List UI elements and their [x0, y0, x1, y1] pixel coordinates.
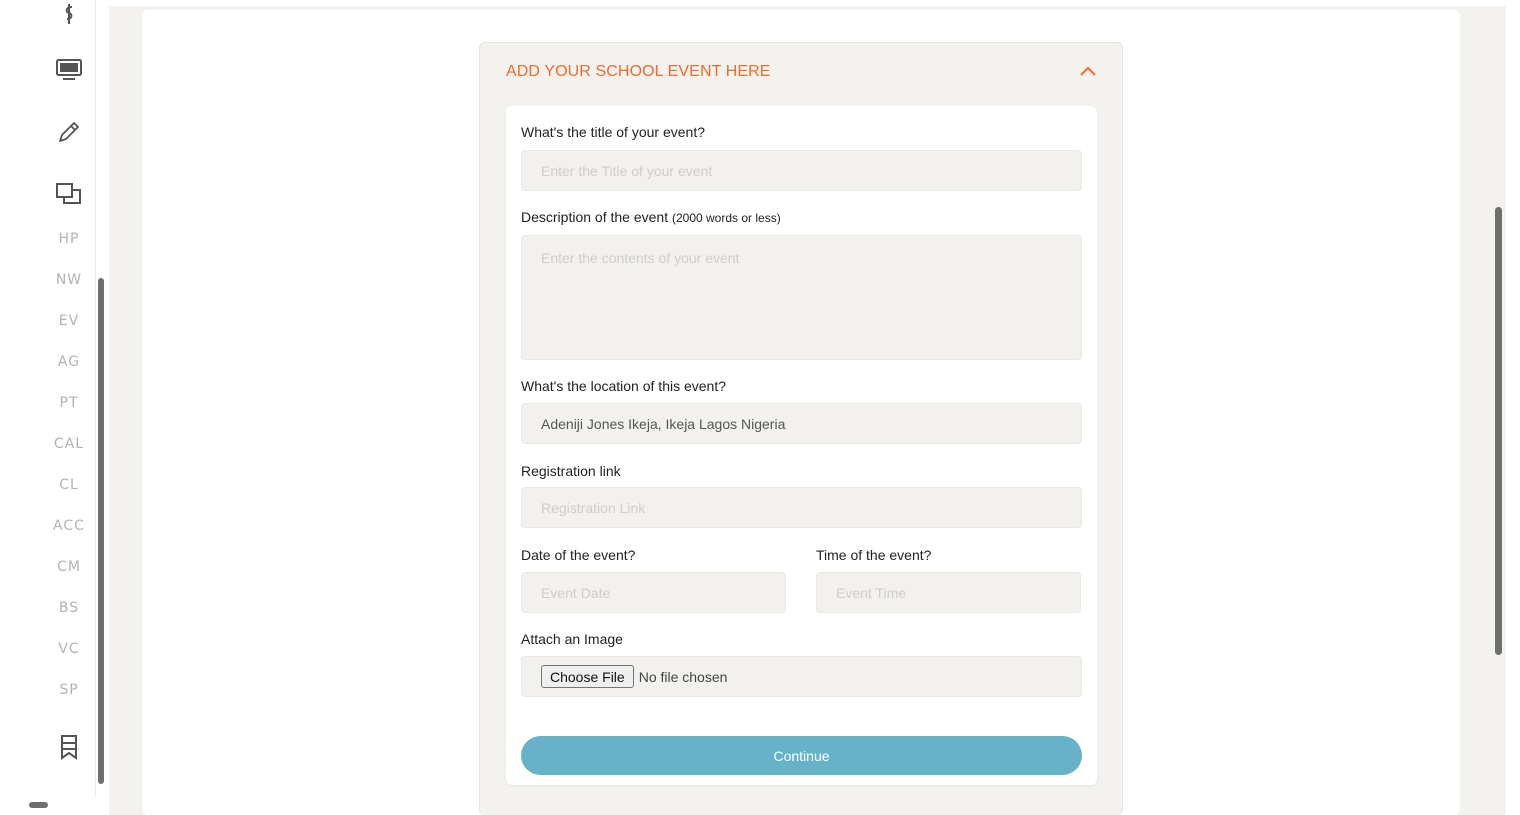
sidebar-item-cm[interactable]: CM — [40, 559, 98, 575]
sidebar-item-ag[interactable]: AG — [40, 354, 98, 370]
location-label: What's the location of this event? — [521, 378, 727, 394]
sidebar-item-nw[interactable]: NW — [40, 272, 98, 288]
date-label: Date of the event? — [521, 547, 636, 563]
sidebar-horizontal-scrollbar[interactable] — [29, 802, 48, 808]
chevron-up-icon[interactable] — [1078, 63, 1098, 79]
continue-button[interactable]: Continue — [521, 736, 1082, 775]
event-form: What's the title of your event? Descript… — [506, 106, 1097, 785]
description-label-text: Description of the event — [521, 209, 669, 225]
description-hint: (2000 words or less) — [671, 211, 781, 225]
choose-file-button[interactable]: Choose File — [541, 665, 634, 688]
image-file-input: Choose File No file chosen — [521, 656, 1082, 697]
location-input[interactable] — [521, 403, 1082, 444]
pencil-icon[interactable] — [54, 117, 84, 147]
sidebar-item-pt[interactable]: PT — [40, 395, 98, 411]
title-label: What's the title of your event? — [521, 124, 705, 140]
registration-link-input[interactable] — [521, 487, 1082, 528]
sidebar-item-cl[interactable]: CL — [40, 477, 98, 493]
event-date-input[interactable] — [521, 572, 786, 613]
description-textarea[interactable] — [521, 235, 1082, 360]
event-accordion-panel: ADD YOUR SCHOOL EVENT HERE What's the ti… — [479, 42, 1123, 815]
copy-icon[interactable] — [54, 179, 84, 209]
title-input[interactable] — [521, 150, 1082, 191]
sidebar: HP NW EV AG PT CAL CL ACC CM BS VC SP — [0, 0, 96, 798]
sidebar-scrollbar[interactable] — [98, 278, 104, 784]
panel-title[interactable]: ADD YOUR SCHOOL EVENT HERE — [506, 63, 771, 81]
sidebar-item-ev[interactable]: EV — [40, 313, 98, 329]
description-label: Description of the event (2000 words or … — [521, 209, 781, 225]
time-label: Time of the event? — [816, 547, 932, 563]
sidebar-item-bs[interactable]: BS — [40, 600, 98, 616]
sidebar-item-cal[interactable]: CAL — [40, 436, 98, 452]
file-status: No file chosen — [638, 668, 728, 685]
sidebar-item-hp[interactable]: HP — [40, 231, 98, 247]
monitor-icon[interactable] — [54, 55, 84, 85]
registration-label: Registration link — [521, 463, 621, 479]
page-scrollbar[interactable] — [1495, 207, 1502, 655]
bookmark-icon[interactable] — [54, 732, 84, 762]
dollar-icon[interactable] — [54, 0, 84, 30]
sidebar-item-acc[interactable]: ACC — [40, 518, 98, 534]
image-label: Attach an Image — [521, 631, 623, 647]
event-time-input[interactable] — [816, 572, 1081, 613]
sidebar-item-vc[interactable]: VC — [40, 641, 98, 657]
sidebar-item-sp[interactable]: SP — [40, 682, 98, 698]
